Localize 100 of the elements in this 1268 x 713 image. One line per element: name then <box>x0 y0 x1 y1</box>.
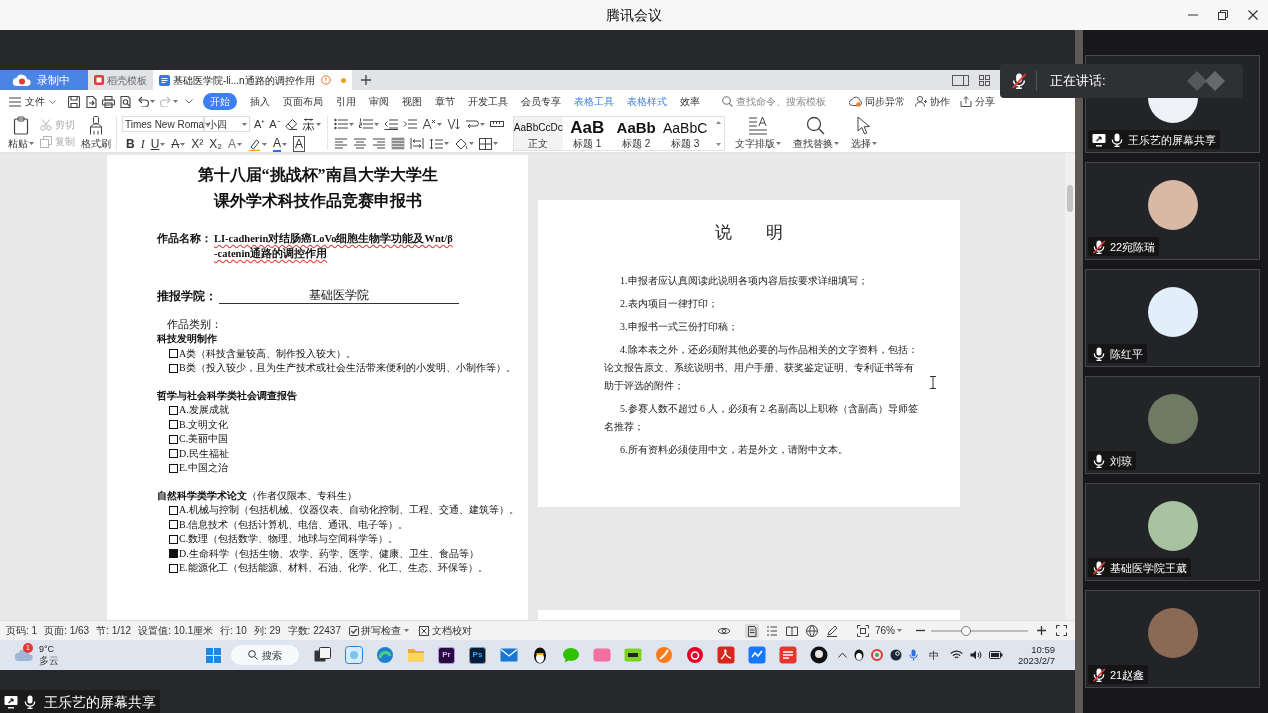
taskbar-search[interactable]: 搜索 <box>231 645 299 665</box>
ring-app-icon[interactable] <box>871 649 883 661</box>
format-button[interactable]: A <box>293 136 306 152</box>
web-view-icon[interactable] <box>805 623 819 638</box>
scroll-down-icon[interactable] <box>715 143 721 146</box>
input-method-indicator[interactable]: 中 <box>929 647 939 663</box>
volume-icon[interactable] <box>970 650 982 660</box>
line-spacing-icon[interactable] <box>428 137 443 150</box>
align-center-icon[interactable] <box>352 137 367 150</box>
paste-button[interactable]: 粘贴 <box>6 116 36 150</box>
align-right-icon[interactable] <box>371 137 386 150</box>
app-icon[interactable]: Pr <box>438 646 455 664</box>
format-button[interactable]: B <box>126 137 135 151</box>
menu-tab[interactable]: 审阅 <box>369 93 389 110</box>
penguin-icon[interactable] <box>854 649 864 661</box>
format-button[interactable]: A <box>171 137 180 151</box>
fullscreen-icon[interactable] <box>1056 625 1067 636</box>
export-icon[interactable] <box>85 95 97 108</box>
eraser-icon[interactable] <box>284 118 298 130</box>
reading-view-icon[interactable] <box>785 623 799 638</box>
scrollbar[interactable] <box>1065 153 1075 620</box>
font-size-field[interactable]: 小四 <box>204 116 250 132</box>
shading-icon[interactable] <box>453 137 468 150</box>
more-icon[interactable] <box>185 99 193 104</box>
ribbon-tool-button[interactable]: 选择 <box>850 116 877 150</box>
document-tab[interactable]: 基础医学院-li...n通路的调控作用 <box>153 70 352 90</box>
pinyin-guide-icon[interactable] <box>301 117 315 131</box>
toolbar-action[interactable]: 同步异常 <box>849 94 905 109</box>
app-icon[interactable] <box>623 648 642 662</box>
ribbon-tool-button[interactable]: 文字排版 <box>734 116 781 150</box>
toolbar-action[interactable]: 分享 <box>960 94 995 109</box>
microphone-icon[interactable] <box>909 649 918 661</box>
proofread-button[interactable]: 文档校对 <box>418 623 472 638</box>
layout-icon[interactable] <box>952 74 969 86</box>
zoom-slider[interactable] <box>931 625 1028 636</box>
ribbon-tool-button[interactable]: 查找替换 <box>792 116 839 150</box>
menu-tab[interactable]: 页面布局 <box>283 93 323 110</box>
clock-time[interactable]: 10:59 <box>1031 644 1055 655</box>
format-painter-button[interactable]: 格式刷 <box>81 116 111 150</box>
menu-tab[interactable]: 开发工具 <box>468 93 508 110</box>
grid-icon[interactable] <box>979 74 990 86</box>
slider-thumb[interactable] <box>960 625 971 636</box>
scrollbar-thumb[interactable] <box>1067 185 1073 212</box>
penguin-icon[interactable] <box>532 646 547 664</box>
clock-date[interactable]: 2023/2/7 <box>1018 655 1055 666</box>
page-view-icon[interactable] <box>745 623 759 638</box>
search-field[interactable]: 查找命令、搜索模板 <box>722 94 826 109</box>
start-icon[interactable] <box>206 647 221 663</box>
eye-icon[interactable] <box>717 625 731 636</box>
style-button[interactable]: AaBb 标题 2 <box>611 117 661 150</box>
menu-tab[interactable]: 表格样式 <box>627 93 667 110</box>
undo-icon[interactable] <box>137 96 149 107</box>
line-break-icon[interactable] <box>464 118 479 130</box>
bullet-list-icon[interactable] <box>333 118 348 130</box>
browser-icon[interactable] <box>375 646 394 664</box>
new-tab-icon[interactable] <box>360 75 371 85</box>
chevron-up-icon[interactable] <box>838 652 847 658</box>
print-preview-icon[interactable] <box>120 95 132 108</box>
app-icon[interactable] <box>890 649 902 661</box>
zoom-in-icon[interactable] <box>1037 626 1046 635</box>
menu-tab[interactable]: 表格工具 <box>574 93 614 110</box>
align-left-icon[interactable] <box>333 137 348 150</box>
ruler-icon[interactable] <box>489 118 504 130</box>
borders-icon[interactable] <box>478 137 492 150</box>
distribute-icon[interactable] <box>409 137 424 150</box>
mail-icon[interactable] <box>499 648 518 662</box>
format-button[interactable]: A <box>228 137 237 151</box>
menu-tab[interactable]: 章节 <box>435 93 455 110</box>
write-view-icon[interactable] <box>825 623 839 638</box>
format-button[interactable]: I <box>140 137 145 151</box>
style-button[interactable]: AaBbC 标题 3 <box>660 117 710 150</box>
scroll-up-icon[interactable] <box>715 121 721 124</box>
outdent-icon[interactable] <box>383 118 398 130</box>
menu-tab[interactable]: 引用 <box>336 93 356 110</box>
menu-tab[interactable]: 视图 <box>402 93 422 110</box>
style-button[interactable]: AaB 标题 1 <box>562 117 612 150</box>
menu-tab[interactable]: 插入 <box>250 93 270 110</box>
sort-icon[interactable] <box>446 118 460 130</box>
app-icon[interactable]: Ps <box>469 646 486 664</box>
wifi-icon[interactable] <box>950 650 963 660</box>
font-size-button[interactable]: A⁻ <box>269 117 281 131</box>
cloud-icon[interactable] <box>14 648 34 662</box>
fit-page-icon[interactable] <box>857 624 869 637</box>
format-button[interactable]: U <box>150 137 160 151</box>
format-button[interactable]: X² <box>191 137 204 151</box>
numbered-list-icon[interactable] <box>358 118 373 130</box>
file-menu[interactable]: 文件 <box>25 94 56 109</box>
menu-tab[interactable]: 效率 <box>680 93 700 110</box>
justify-icon[interactable] <box>390 137 405 150</box>
menu-tab[interactable]: 开始 <box>203 93 237 110</box>
save-icon[interactable] <box>68 95 80 108</box>
spell-check-button[interactable]: 拼写检查 <box>348 623 409 638</box>
format-button[interactable]: X₂ <box>209 137 223 151</box>
text-direction-icon[interactable] <box>421 118 436 130</box>
app-icon[interactable] <box>809 646 828 664</box>
menu-tab[interactable]: 会员专享 <box>521 93 561 110</box>
task-view-icon[interactable] <box>314 647 331 663</box>
highlighter-icon[interactable] <box>248 137 262 151</box>
menu-icon[interactable] <box>9 96 21 107</box>
font-size-button[interactable]: A⁺ <box>254 117 266 131</box>
